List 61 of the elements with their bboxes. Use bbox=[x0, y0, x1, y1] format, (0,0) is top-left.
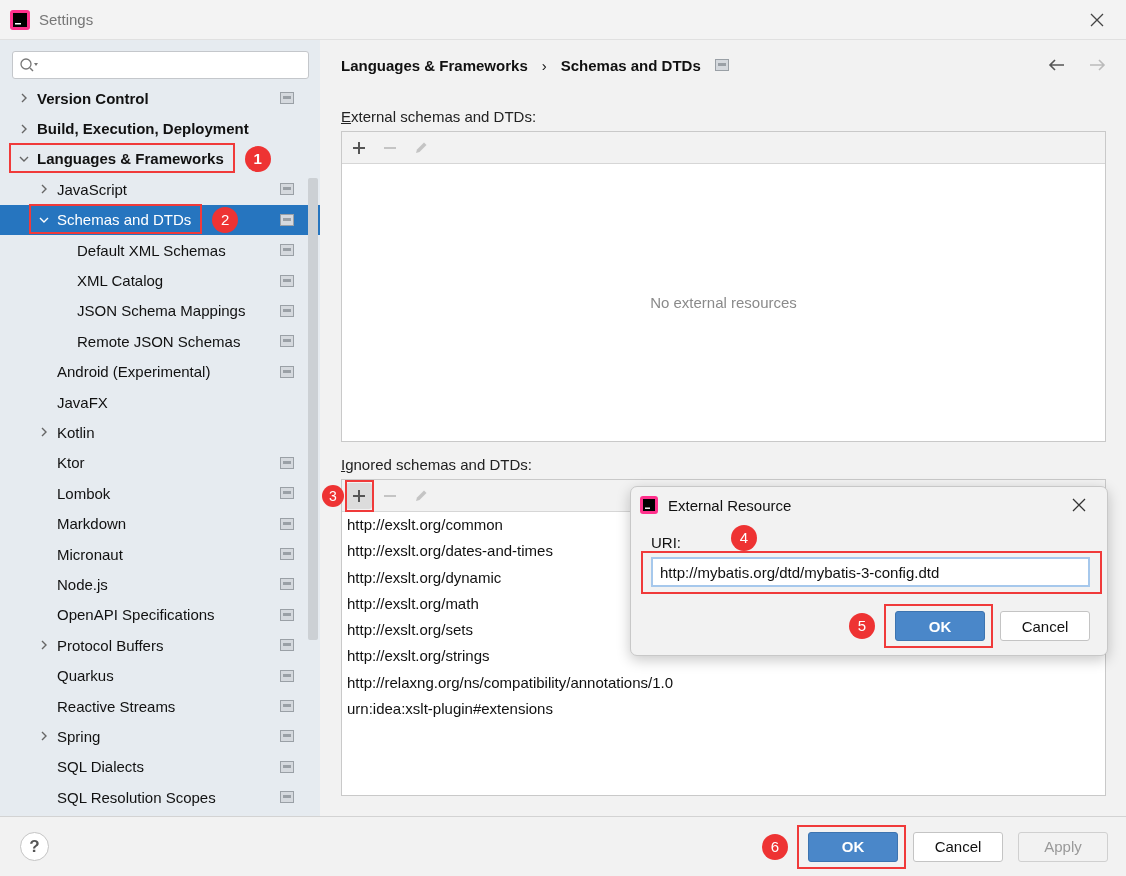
add-button[interactable] bbox=[346, 482, 372, 509]
section-label: Ignored schemas and DTDs: bbox=[341, 455, 533, 475]
tree-item[interactable]: SQL Dialects bbox=[0, 751, 320, 782]
plus-icon bbox=[351, 139, 367, 156]
tree-item[interactable]: Reactive Streams bbox=[0, 690, 320, 722]
scrollbar[interactable] bbox=[308, 178, 318, 640]
tree-item[interactable]: JavaScript bbox=[0, 174, 320, 205]
breadcrumb-separator: › bbox=[541, 56, 547, 74]
tree-item[interactable]: Schemas and DTDs 2 bbox=[0, 204, 320, 235]
step-badge: 3 bbox=[322, 484, 344, 507]
search-field[interactable] bbox=[12, 51, 309, 79]
tree-item[interactable]: Ktor bbox=[0, 447, 320, 479]
highlight-frame bbox=[345, 479, 374, 512]
close-icon[interactable] bbox=[1072, 498, 1086, 512]
tree-item[interactable]: Remote JSON Schemas bbox=[0, 326, 320, 357]
tree-item[interactable]: Lombok bbox=[0, 478, 320, 509]
uri-field[interactable]: http://mybatis.org/dtd/mybatis-3-config.dtd bbox=[651, 557, 1090, 587]
ok-button[interactable]: OK bbox=[808, 831, 898, 862]
dialog-button[interactable]: Cancel bbox=[913, 831, 1003, 862]
app-icon bbox=[640, 496, 658, 514]
breadcrumb-item: Schemas and DTDs bbox=[560, 56, 701, 74]
tree-item[interactable]: OpenAPI Specifications bbox=[0, 599, 320, 631]
step-badge: 2 bbox=[212, 206, 239, 233]
tree-item[interactable]: Build, Execution, Deployment bbox=[0, 113, 320, 144]
tree-item[interactable]: Markdown bbox=[0, 508, 320, 539]
list-item[interactable]: http://relaxng.org/ns/compatibility/annotations/1.0 bbox=[342, 669, 1105, 697]
tree-item[interactable]: JSON Schema Mappings bbox=[0, 295, 320, 327]
tree-item[interactable]: Protocol Buffers bbox=[0, 630, 320, 661]
dialog-title: External Resource bbox=[668, 496, 792, 514]
back-arrow-icon[interactable] bbox=[1048, 57, 1066, 73]
tree-item[interactable]: Languages & Frameworks 1 bbox=[0, 143, 320, 175]
minus-icon bbox=[384, 494, 396, 497]
tree-item[interactable]: SQL Resolution Scopes bbox=[0, 782, 320, 813]
minus-icon bbox=[384, 146, 396, 149]
list-item[interactable]: urn:idea:xslt-plugin#extensions bbox=[342, 696, 1105, 723]
tree-item[interactable]: JavaFX bbox=[0, 386, 320, 418]
field-label: URI: bbox=[651, 534, 681, 552]
plus-icon bbox=[351, 487, 367, 504]
tree-item[interactable]: XML Catalog bbox=[0, 265, 320, 296]
tree-item[interactable]: Kotlin bbox=[0, 417, 320, 448]
tree-item[interactable]: Android (Experimental) bbox=[0, 356, 320, 387]
ok-button[interactable]: OK bbox=[895, 611, 985, 641]
help-button[interactable]: ? bbox=[20, 832, 49, 861]
breadcrumb-item[interactable]: Languages & Frameworks bbox=[341, 56, 528, 74]
close-icon[interactable] bbox=[1090, 12, 1104, 27]
tree-item[interactable]: Spring bbox=[0, 721, 320, 752]
tree-item[interactable]: Quarkus bbox=[0, 660, 320, 691]
section-label: External schemas and DTDs: bbox=[341, 107, 538, 127]
window-title: Settings bbox=[39, 11, 94, 28]
step-badge: 1 bbox=[244, 145, 271, 172]
tree-item[interactable]: Micronaut bbox=[0, 538, 320, 570]
dialog-button[interactable]: Cancel bbox=[1000, 611, 1090, 641]
tree-item[interactable]: Node.js bbox=[0, 569, 320, 600]
app-icon bbox=[10, 9, 30, 30]
step-badge: 4 bbox=[731, 525, 757, 551]
step-badge: 6 bbox=[762, 833, 788, 860]
empty-message: No external resources bbox=[650, 294, 797, 311]
tree-item[interactable]: Default XML Schemas bbox=[0, 234, 320, 266]
tree-item[interactable]: Version Control bbox=[0, 83, 320, 114]
step-badge: 5 bbox=[849, 613, 875, 639]
search-icon bbox=[19, 57, 39, 73]
